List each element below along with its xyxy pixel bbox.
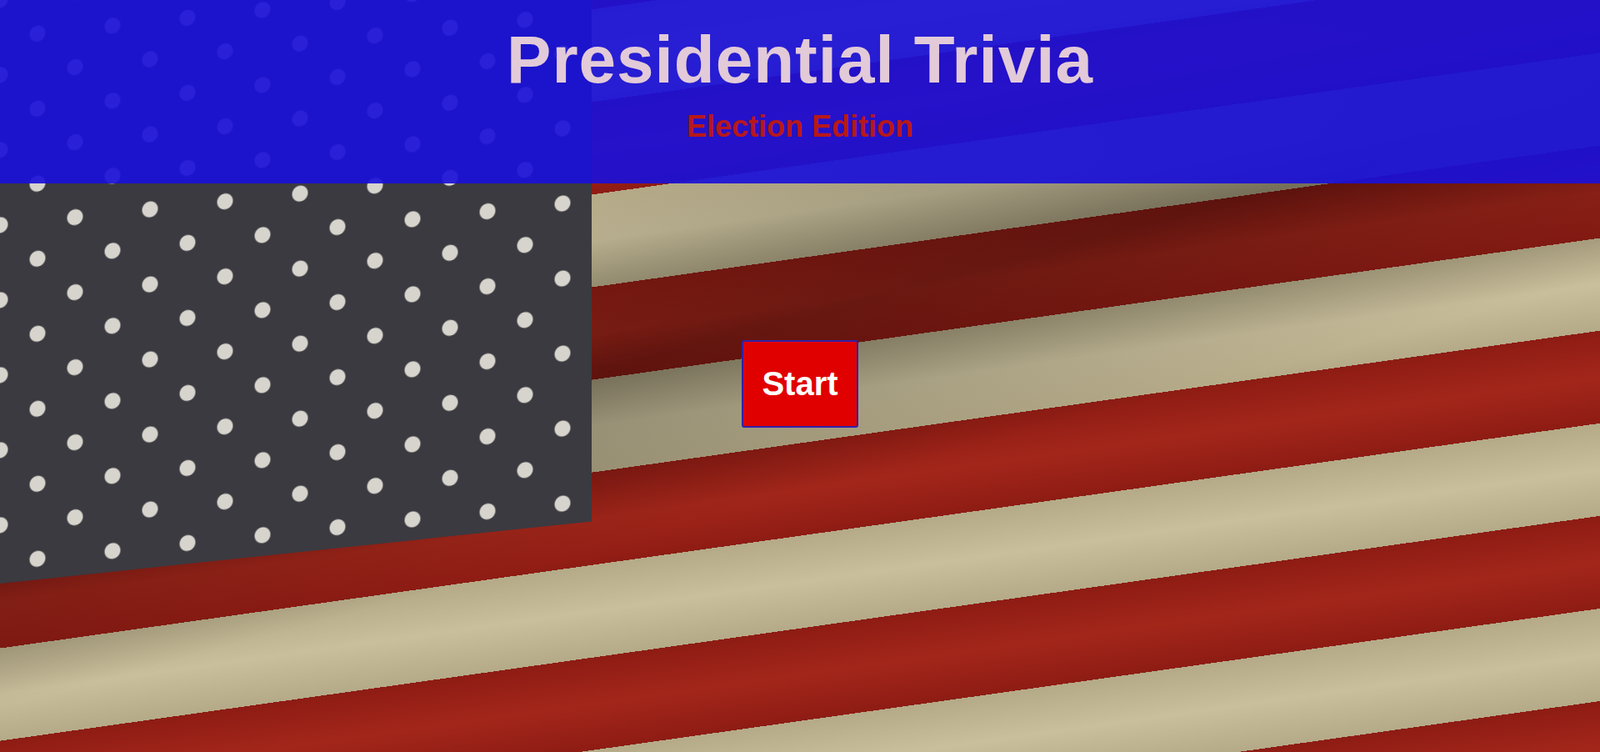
main: Start [0,183,1600,752]
subtitle: Election Edition [686,108,914,145]
start-button[interactable]: Start [741,340,858,428]
header: Presidential Trivia Election Edition [0,0,1600,184]
page: Presidential Trivia Election Edition Start [0,0,1600,752]
title: Presidential Trivia [506,23,1094,97]
